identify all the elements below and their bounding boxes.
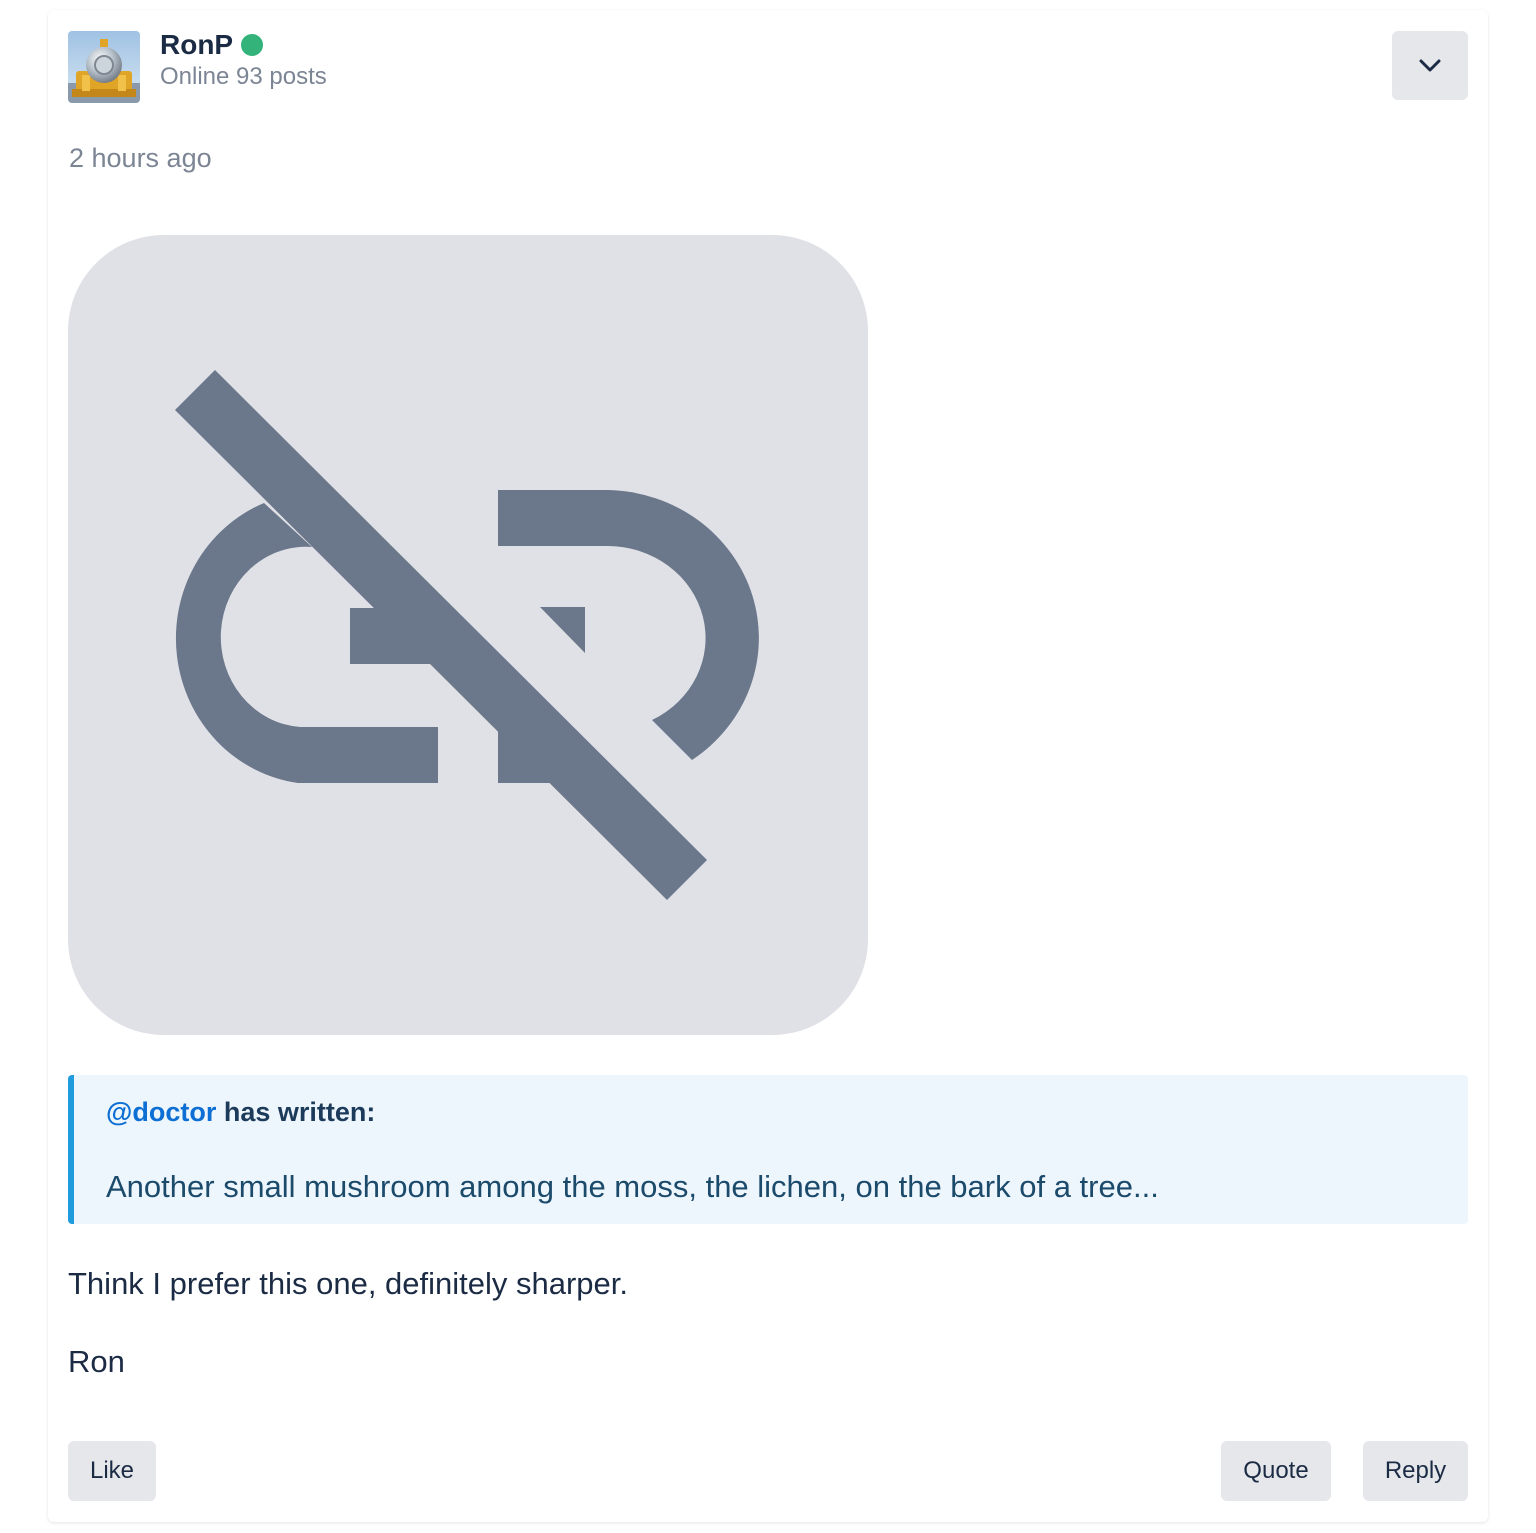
user-avatar-image (68, 31, 140, 103)
author-avatar[interactable] (68, 31, 140, 103)
quote-mention-link[interactable]: @doctor (106, 1097, 216, 1127)
post-card: RonP Online 93 posts 2 hours ago @doctor… (48, 10, 1488, 1522)
quote-button[interactable]: Quote (1221, 1441, 1331, 1501)
author-name[interactable]: RonP (160, 28, 233, 62)
post-timestamp[interactable]: 2 hours ago (69, 142, 212, 174)
online-status-icon (241, 34, 264, 56)
reply-button[interactable]: Reply (1363, 1441, 1468, 1501)
quote-header: @doctor has written: (106, 1095, 375, 1129)
author-name-row: RonP (160, 28, 264, 62)
quote-header-suffix: has written: (216, 1097, 376, 1127)
broken-link-icon (175, 370, 759, 900)
quoted-post: @doctor has written: Another small mushr… (68, 1075, 1468, 1224)
post-body-line: Think I prefer this one, definitely shar… (68, 1266, 629, 1301)
post-signature: Ron (68, 1344, 125, 1379)
author-post-count: 93 posts (236, 63, 327, 90)
quote-text: Another small mushroom among the moss, t… (106, 1169, 1159, 1204)
post-menu-button[interactable] (1392, 31, 1468, 100)
chevron-down-icon (1419, 59, 1441, 71)
like-button[interactable]: Like (68, 1441, 156, 1501)
post-image-placeholder[interactable] (68, 235, 868, 1035)
author-status: Online (160, 63, 230, 90)
author-meta: Online 93 posts (160, 62, 327, 92)
